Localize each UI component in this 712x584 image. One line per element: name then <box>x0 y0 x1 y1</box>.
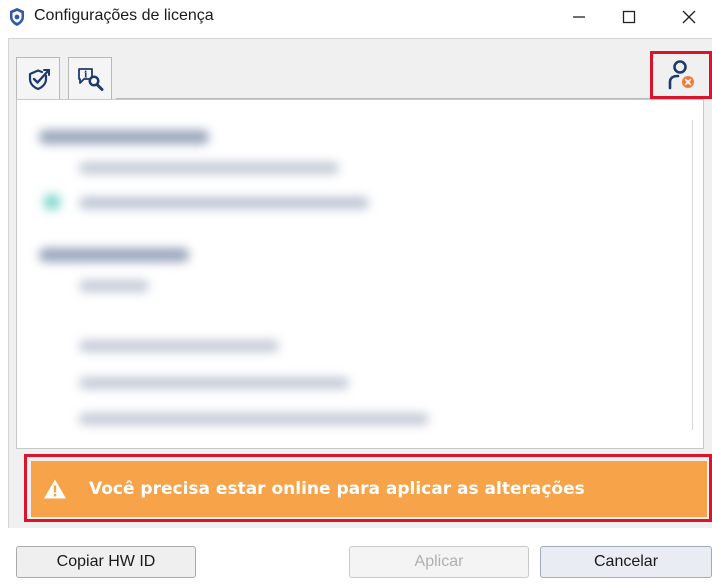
offline-warning-banner: Você precisa estar online para aplicar a… <box>31 461 707 517</box>
tab-license[interactable] <box>16 57 60 99</box>
info-search-icon: i <box>78 67 104 91</box>
blurred-line <box>79 377 349 389</box>
shield-icon <box>8 7 26 27</box>
scrollbar-track[interactable] <box>692 120 693 430</box>
blurred-line <box>79 340 279 352</box>
minimize-icon <box>573 16 585 18</box>
cancel-button[interactable]: Cancelar <box>540 546 712 578</box>
window-title: Configurações de licença <box>34 7 214 24</box>
shield-check-icon <box>28 68 50 90</box>
toolbar: i <box>16 57 712 99</box>
copy-hw-id-button[interactable]: Copiar HW ID <box>16 546 196 578</box>
blurred-line <box>79 197 369 209</box>
blurred-status-dot <box>43 194 61 210</box>
blurred-content <box>17 100 703 448</box>
svg-text:i: i <box>84 70 88 80</box>
minimize-button[interactable] <box>556 0 602 34</box>
close-button[interactable] <box>666 0 712 34</box>
tab-info[interactable]: i <box>68 57 112 99</box>
blurred-heading <box>39 130 209 144</box>
blurred-line <box>79 413 429 425</box>
warning-icon <box>44 479 66 499</box>
blurred-heading <box>39 248 189 262</box>
close-icon <box>682 10 696 24</box>
license-details-panel <box>16 99 704 449</box>
title-bar: Configurações de licença <box>0 0 712 34</box>
warning-message: Você precisa estar online para aplicar a… <box>89 479 585 499</box>
blurred-line <box>79 280 149 292</box>
apply-button[interactable]: Aplicar <box>349 546 529 578</box>
maximize-button[interactable] <box>606 0 652 34</box>
blurred-line <box>79 162 339 174</box>
user-status-button[interactable] <box>650 51 712 99</box>
maximize-icon <box>622 10 636 24</box>
user-offline-icon <box>668 60 694 90</box>
